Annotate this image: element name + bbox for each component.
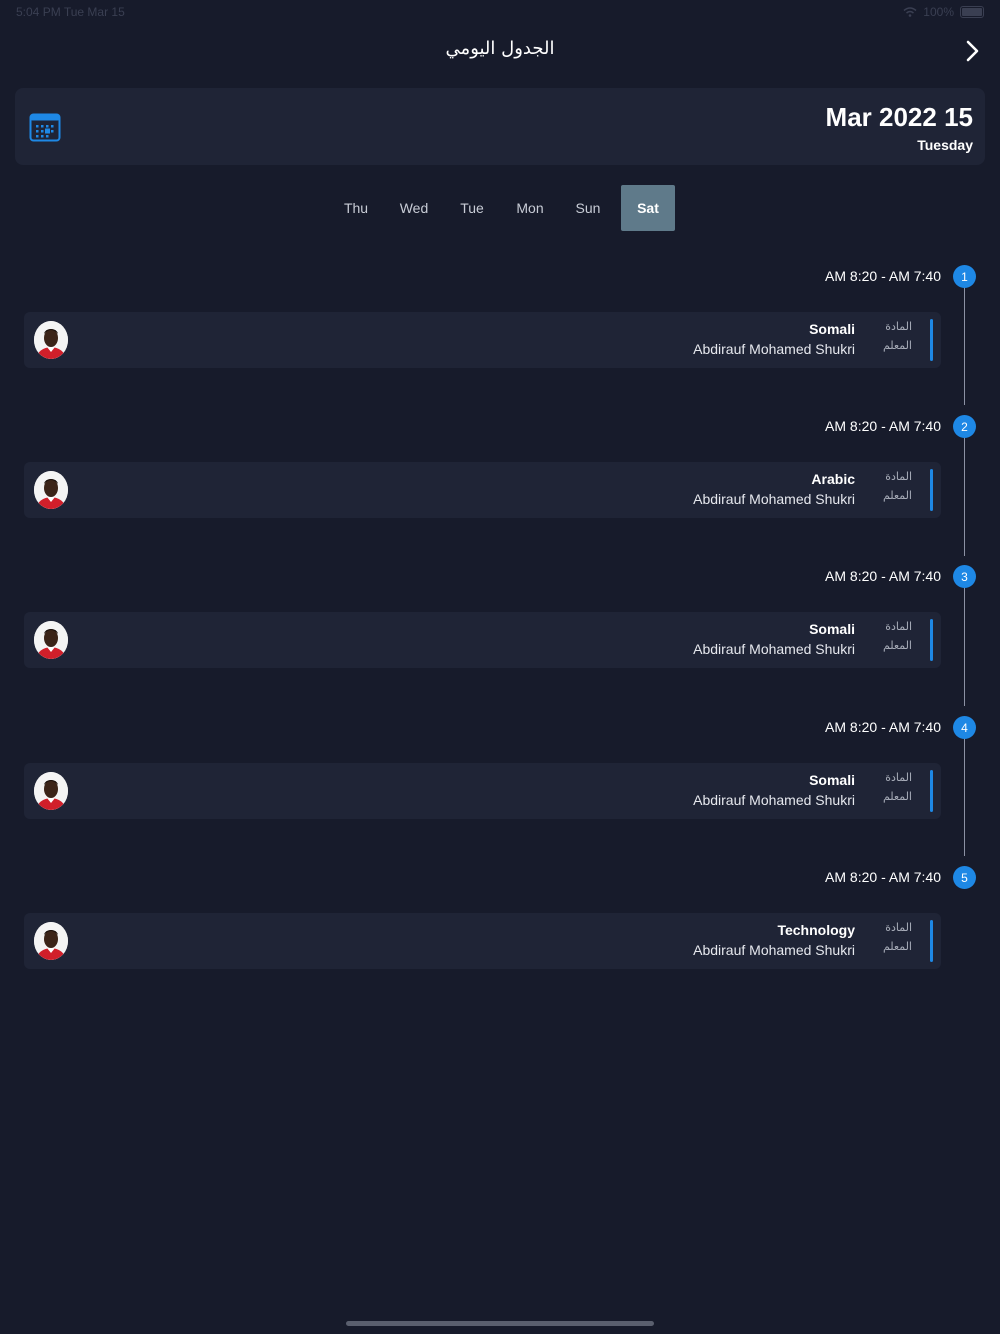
teacher-avatar bbox=[34, 321, 68, 359]
battery-icon bbox=[960, 6, 984, 18]
period-time: AM 8:20 - AM 7:40 bbox=[825, 568, 941, 584]
subject-label: المادة bbox=[885, 921, 912, 934]
teacher-label: المعلم bbox=[882, 790, 912, 803]
teacher-avatar bbox=[34, 922, 68, 960]
accent-bar bbox=[930, 920, 933, 962]
teacher-label: المعلم bbox=[882, 639, 912, 652]
selected-weekday: Tuesday bbox=[917, 137, 973, 153]
teacher-label: المعلم bbox=[882, 489, 912, 502]
battery-percent: 100% bbox=[923, 5, 954, 19]
date-card: Mar 2022 15 Tuesday bbox=[15, 88, 985, 165]
timeline-connector bbox=[964, 287, 965, 405]
period-card[interactable]: Arabic Abdirauf Mohamed Shukri المادة ال… bbox=[24, 462, 941, 518]
status-date: Tue Mar 15 bbox=[63, 5, 125, 19]
tab-mon[interactable]: Mon bbox=[501, 185, 559, 231]
subject-name: Arabic bbox=[811, 471, 855, 487]
tab-wed[interactable]: Wed bbox=[385, 185, 443, 231]
day-tabs: Thu Wed Tue Mon Sun Sat bbox=[327, 185, 675, 231]
status-bar: 5:04 PM Tue Mar 15 100% bbox=[0, 0, 1000, 24]
teacher-name: Abdirauf Mohamed Shukri bbox=[693, 641, 855, 657]
status-time: 5:04 PM bbox=[16, 5, 61, 19]
teacher-name: Abdirauf Mohamed Shukri bbox=[693, 942, 855, 958]
period-time: AM 8:20 - AM 7:40 bbox=[825, 719, 941, 735]
chevron-right-icon bbox=[966, 40, 979, 62]
page-title: الجدول اليومي bbox=[445, 38, 555, 59]
subject-label: المادة bbox=[885, 771, 912, 784]
teacher-name: Abdirauf Mohamed Shukri bbox=[693, 491, 855, 507]
period-number-badge: 1 bbox=[953, 265, 976, 288]
timeline-connector bbox=[964, 588, 965, 706]
teacher-avatar bbox=[34, 621, 68, 659]
period-time: AM 8:20 - AM 7:40 bbox=[825, 418, 941, 434]
calendar-icon[interactable] bbox=[29, 112, 61, 142]
timeline-connector bbox=[964, 438, 965, 556]
teacher-name: Abdirauf Mohamed Shukri bbox=[693, 792, 855, 808]
period-number-badge: 2 bbox=[953, 415, 976, 438]
teacher-name: Abdirauf Mohamed Shukri bbox=[693, 341, 855, 357]
subject-label: المادة bbox=[885, 470, 912, 483]
subject-name: Somali bbox=[809, 772, 855, 788]
accent-bar bbox=[930, 469, 933, 511]
accent-bar bbox=[930, 770, 933, 812]
subject-name: Technology bbox=[777, 922, 855, 938]
accent-bar bbox=[930, 319, 933, 361]
subject-name: Somali bbox=[809, 621, 855, 637]
period-time: AM 8:20 - AM 7:40 bbox=[825, 268, 941, 284]
tab-tue[interactable]: Tue bbox=[443, 185, 501, 231]
forward-button[interactable] bbox=[958, 36, 988, 66]
home-indicator[interactable] bbox=[346, 1321, 654, 1326]
teacher-label: المعلم bbox=[882, 940, 912, 953]
tab-sat[interactable]: Sat bbox=[621, 185, 675, 231]
period-card[interactable]: Technology Abdirauf Mohamed Shukri الماد… bbox=[24, 913, 941, 969]
subject-name: Somali bbox=[809, 321, 855, 337]
teacher-avatar bbox=[34, 772, 68, 810]
wifi-icon bbox=[903, 7, 917, 17]
period-card[interactable]: Somali Abdirauf Mohamed Shukri المادة ال… bbox=[24, 312, 941, 368]
tab-sun[interactable]: Sun bbox=[559, 185, 617, 231]
subject-label: المادة bbox=[885, 320, 912, 333]
selected-date: Mar 2022 15 bbox=[825, 102, 973, 132]
period-number-badge: 5 bbox=[953, 866, 976, 889]
subject-label: المادة bbox=[885, 620, 912, 633]
teacher-avatar bbox=[34, 471, 68, 509]
period-time: AM 8:20 - AM 7:40 bbox=[825, 869, 941, 885]
accent-bar bbox=[930, 619, 933, 661]
teacher-label: المعلم bbox=[882, 339, 912, 352]
period-number-badge: 3 bbox=[953, 565, 976, 588]
tab-thu[interactable]: Thu bbox=[327, 185, 385, 231]
timeline-connector bbox=[964, 738, 965, 856]
period-number-badge: 4 bbox=[953, 716, 976, 739]
period-card[interactable]: Somali Abdirauf Mohamed Shukri المادة ال… bbox=[24, 763, 941, 819]
period-card[interactable]: Somali Abdirauf Mohamed Shukri المادة ال… bbox=[24, 612, 941, 668]
